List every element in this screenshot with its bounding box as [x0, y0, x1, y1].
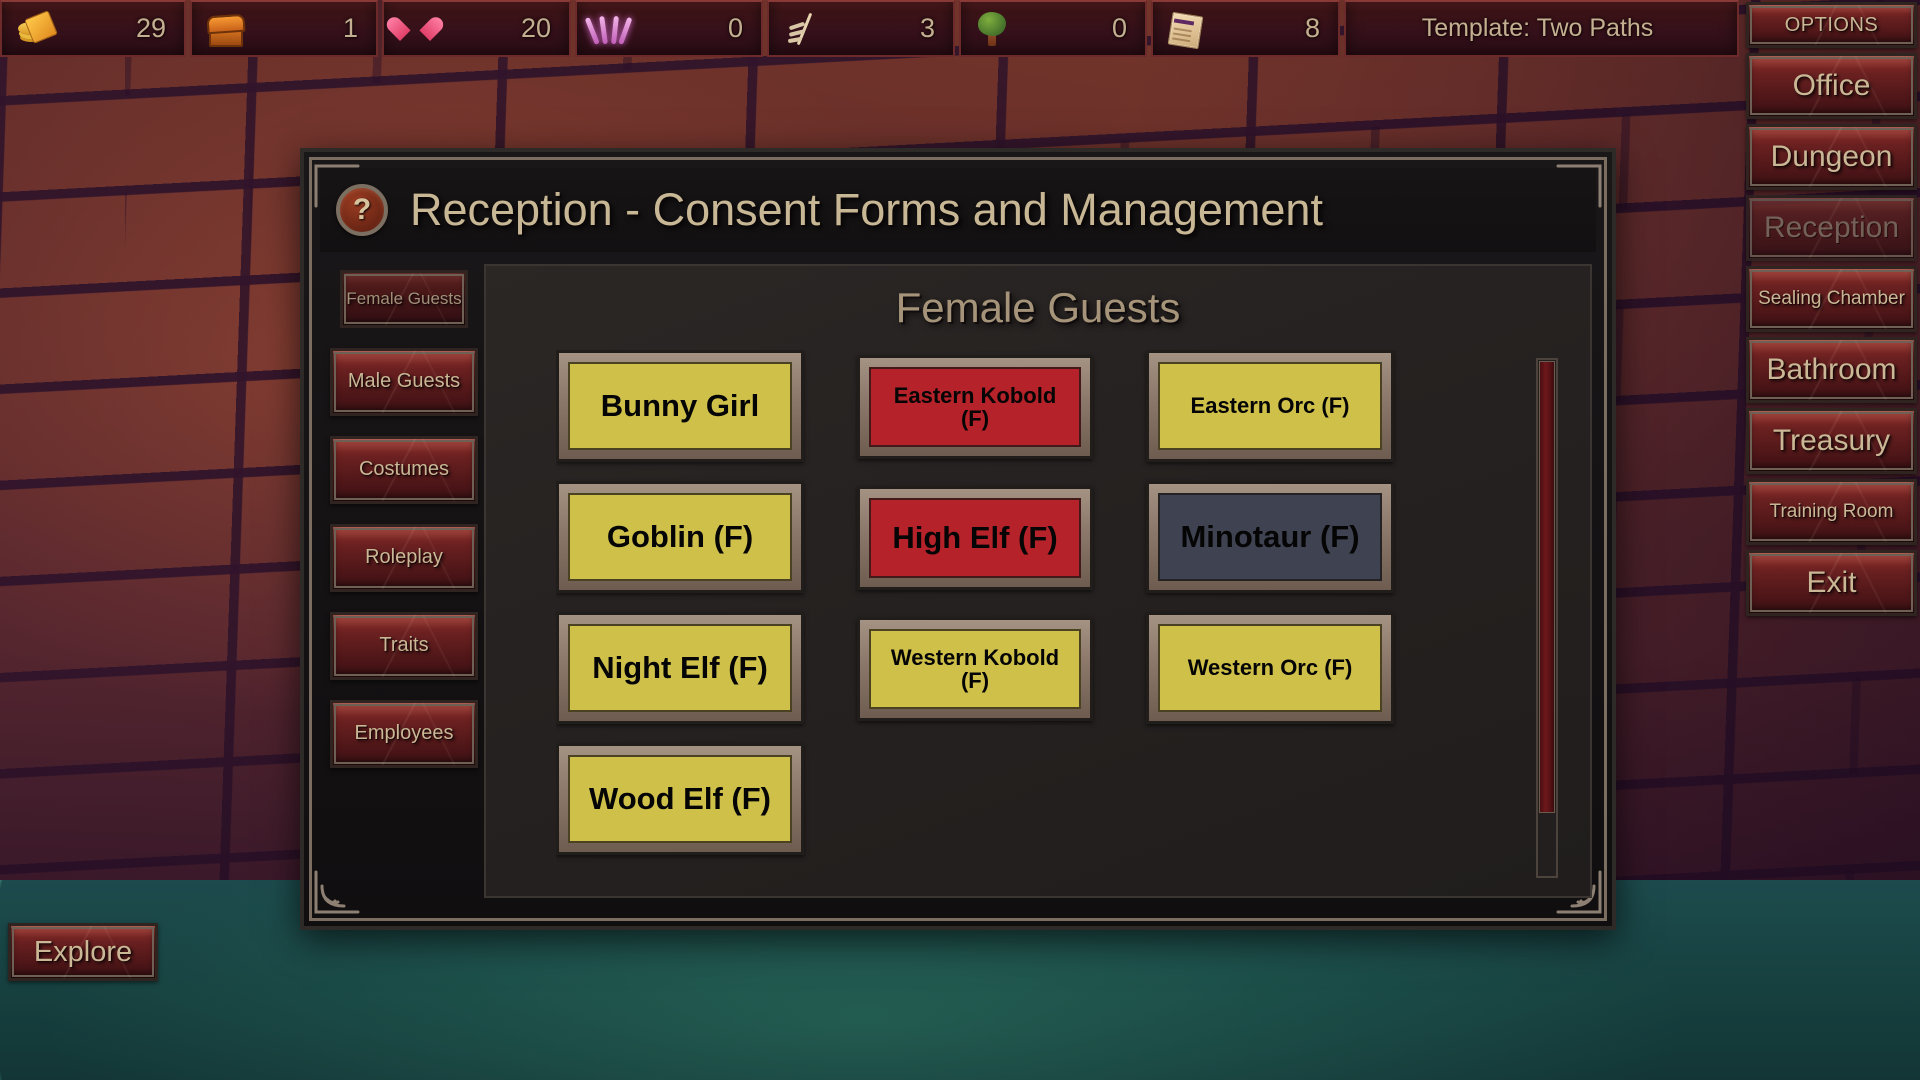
- guest-button-goblin-f[interactable]: Goblin (F): [556, 481, 804, 593]
- resource-forms[interactable]: 8: [1151, 0, 1340, 57]
- nav-item-treasury[interactable]: Treasury: [1746, 408, 1917, 474]
- skeleton-spear-icon: [779, 10, 823, 48]
- template-label: Template: Two Paths: [1421, 14, 1654, 42]
- guest-button-eastern-orc-f[interactable]: Eastern Orc (F): [1146, 350, 1394, 462]
- guest-label: Goblin (F): [568, 493, 792, 581]
- tab-male-guests[interactable]: Male Guests: [330, 348, 478, 416]
- dialog-title-bar: ? Reception - Consent Forms and Manageme…: [320, 168, 1596, 252]
- guest-label: Eastern Orc (F): [1158, 362, 1382, 450]
- options-button[interactable]: OPTIONS: [1746, 2, 1917, 48]
- explore-button[interactable]: Explore: [8, 923, 158, 981]
- resource-skeleton-value: 3: [919, 13, 935, 43]
- scrollbar-thumb[interactable]: [1539, 361, 1555, 813]
- template-indicator[interactable]: Template: Two Paths: [1344, 0, 1739, 57]
- room-navigation-sidebar: OPTIONS Office Dungeon Reception Sealing…: [1743, 0, 1920, 740]
- resource-wood[interactable]: 0: [959, 0, 1147, 57]
- guest-button-bunny-girl[interactable]: Bunny Girl: [556, 350, 804, 462]
- resource-magic-bone-value: 0: [727, 13, 743, 43]
- dialog-corner-ornament-bottom-left: [314, 870, 360, 916]
- resource-forms-value: 8: [1304, 13, 1320, 43]
- nav-item-dungeon[interactable]: Dungeon: [1746, 124, 1917, 190]
- guest-grid: Bunny Girl Eastern Kobold (F) Eastern Or…: [556, 350, 1456, 855]
- guest-button-western-kobold-f[interactable]: Western Kobold (F): [857, 617, 1093, 721]
- guest-label: Minotaur (F): [1158, 493, 1382, 581]
- panel-heading: Female Guests: [895, 284, 1181, 331]
- resource-chest-value: 1: [342, 13, 358, 43]
- guest-button-night-elf-f[interactable]: Night Elf (F): [556, 612, 804, 724]
- guest-button-high-elf-f[interactable]: High Elf (F): [857, 486, 1093, 590]
- page-title: Reception - Consent Forms and Management: [410, 184, 1323, 235]
- tab-traits[interactable]: Traits: [330, 612, 478, 680]
- help-icon[interactable]: ?: [336, 184, 388, 236]
- resource-gold-value: 29: [135, 13, 166, 43]
- tab-roleplay[interactable]: Roleplay: [330, 524, 478, 592]
- resource-bar: 29 1 20 0 3 0 8 Template: Two Paths: [0, 0, 1743, 57]
- guest-label: Wood Elf (F): [568, 755, 792, 843]
- nav-item-exit[interactable]: Exit: [1746, 550, 1917, 616]
- nav-item-reception[interactable]: Reception: [1746, 195, 1917, 261]
- game-screen: 29 1 20 0 3 0 8 Template: Two Paths OPTI…: [0, 0, 1920, 1080]
- guest-grid-viewport: Bunny Girl Eastern Kobold (F) Eastern Or…: [556, 350, 1456, 890]
- tab-costumes[interactable]: Costumes: [330, 436, 478, 504]
- guest-label: Night Elf (F): [568, 624, 792, 712]
- nav-item-office[interactable]: Office: [1746, 53, 1917, 119]
- magic-bone-icon: [584, 10, 633, 48]
- guest-button-wood-elf-f[interactable]: Wood Elf (F): [556, 743, 804, 855]
- resource-wood-value: 0: [1111, 13, 1127, 43]
- tab-female-guests[interactable]: Female Guests: [340, 270, 468, 328]
- guest-label: High Elf (F): [869, 498, 1081, 578]
- guest-list-scrollbar[interactable]: [1536, 358, 1558, 878]
- guest-button-minotaur-f[interactable]: Minotaur (F): [1146, 481, 1394, 593]
- nav-item-bathroom[interactable]: Bathroom: [1746, 337, 1917, 403]
- resource-magic-bone[interactable]: 0: [575, 0, 763, 57]
- guest-label: Western Orc (F): [1158, 624, 1382, 712]
- guest-button-western-orc-f[interactable]: Western Orc (F): [1146, 612, 1394, 724]
- resource-chest[interactable]: 1: [190, 0, 378, 57]
- resource-heart-value: 20: [520, 13, 551, 43]
- scroll-papers-icon: [1163, 10, 1207, 48]
- guest-button-eastern-kobold-f[interactable]: Eastern Kobold (F): [857, 355, 1093, 459]
- heart-icon: [394, 10, 438, 48]
- tree-icon: [971, 10, 1015, 48]
- resource-heart[interactable]: 20: [382, 0, 571, 57]
- guest-list-panel: Female Guests Bunny Girl Eastern Kobold …: [484, 264, 1592, 898]
- treasure-chest-icon: [202, 10, 246, 48]
- gold-coins-icon: [12, 10, 56, 48]
- reception-dialog: ? Reception - Consent Forms and Manageme…: [300, 148, 1616, 930]
- nav-item-sealing-chamber[interactable]: Sealing Chamber: [1746, 266, 1917, 332]
- tab-employees[interactable]: Employees: [330, 700, 478, 768]
- nav-item-training-room[interactable]: Training Room: [1746, 479, 1917, 545]
- resource-gold[interactable]: 29: [0, 0, 186, 57]
- resource-skeleton[interactable]: 3: [767, 0, 955, 57]
- guest-label: Western Kobold (F): [869, 629, 1081, 709]
- guest-label: Eastern Kobold (F): [869, 367, 1081, 447]
- category-tab-column: Female Guests Male Guests Costumes Rolep…: [330, 270, 478, 768]
- guest-label: Bunny Girl: [568, 362, 792, 450]
